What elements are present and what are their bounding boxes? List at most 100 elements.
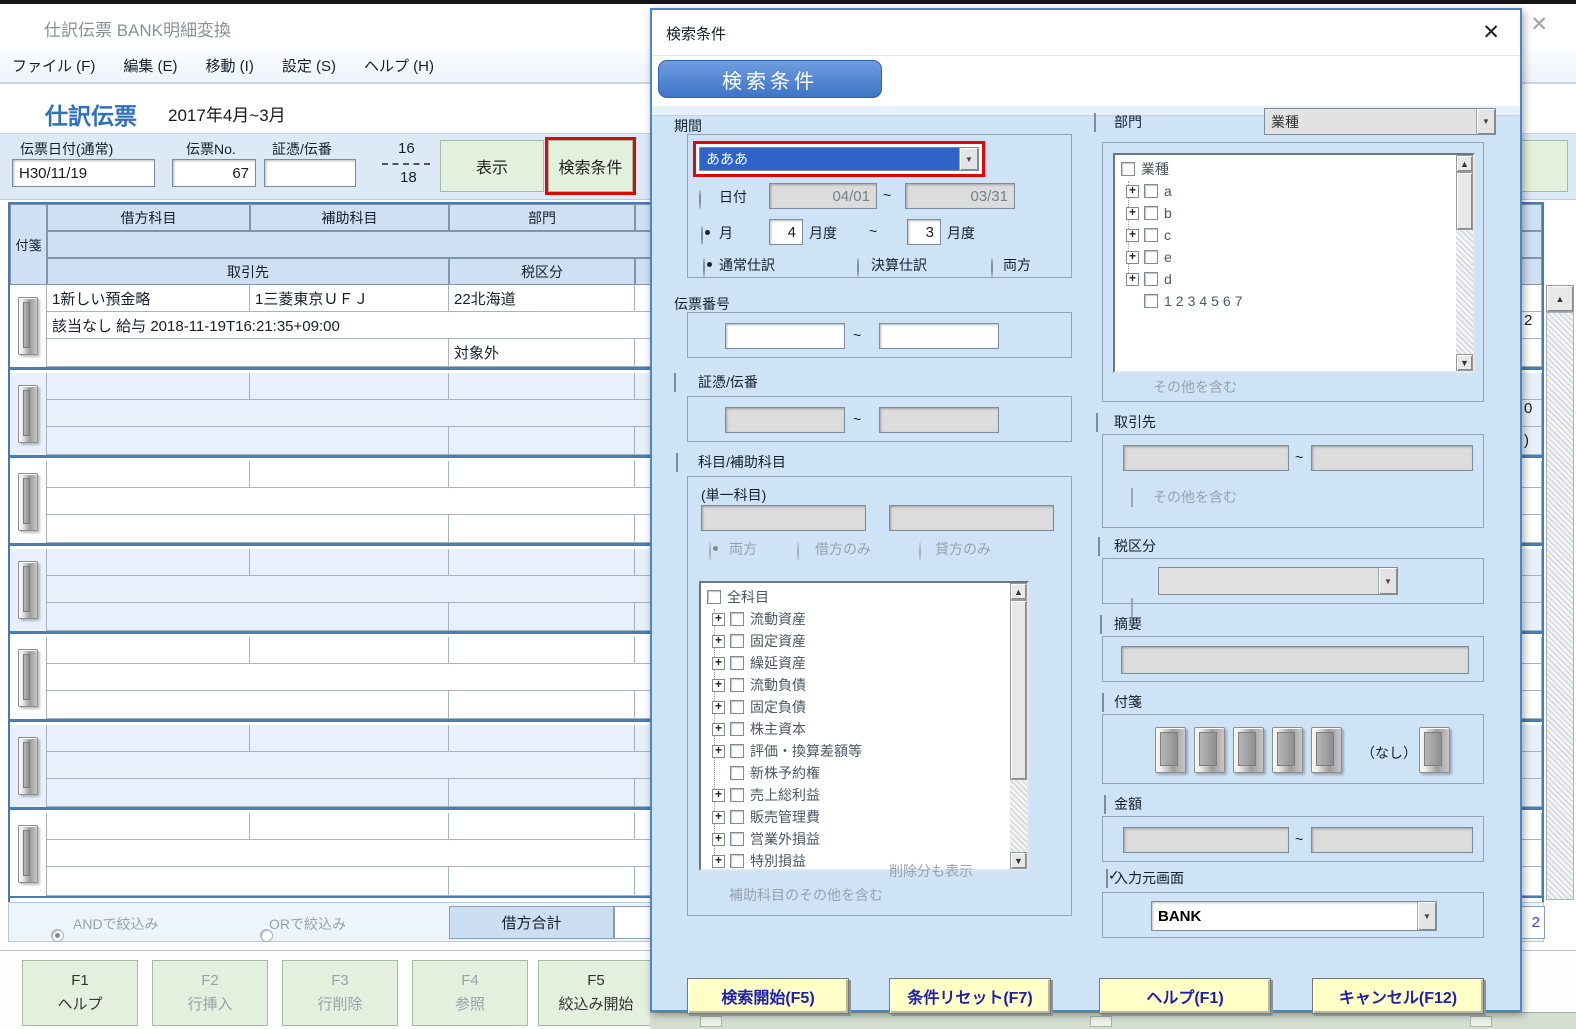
- expand-plus-icon[interactable]: [712, 831, 725, 846]
- account-field-1[interactable]: [701, 505, 866, 531]
- tree-checkbox[interactable]: [730, 810, 744, 824]
- tree-item[interactable]: 販売管理費: [705, 806, 1027, 828]
- tree-item-all[interactable]: 全科目: [705, 586, 1027, 608]
- customer-include-other-checkbox[interactable]: [1131, 488, 1133, 507]
- expand-plus-icon[interactable]: [1126, 227, 1139, 242]
- tree-checkbox[interactable]: [730, 722, 744, 736]
- bookmark-icon[interactable]: [18, 737, 38, 795]
- tree-checkbox[interactable]: [1144, 206, 1158, 220]
- expand-plus-icon[interactable]: [712, 809, 725, 824]
- expand-plus-icon[interactable]: [1126, 249, 1139, 264]
- fusen-tab-icon-1[interactable]: [1155, 727, 1186, 773]
- bookmark-icon[interactable]: [18, 561, 38, 619]
- show-button[interactable]: 表示: [440, 140, 544, 192]
- tax-class-dropdown-arrow-icon[interactable]: [1378, 568, 1397, 594]
- scroll-up-icon[interactable]: [1456, 155, 1473, 172]
- menu-file[interactable]: ファイル (F): [12, 55, 95, 76]
- fusen-tab-icon-none[interactable]: [1419, 727, 1450, 773]
- fusen-tab-icon-2[interactable]: [1194, 727, 1225, 773]
- fusen-tab-icon-4[interactable]: [1272, 727, 1303, 773]
- summary-checkbox[interactable]: [1100, 615, 1102, 634]
- month-to-field[interactable]: 3: [907, 219, 941, 245]
- expand-plus-icon[interactable]: [712, 677, 725, 692]
- tree-item[interactable]: 営業外損益: [705, 828, 1027, 850]
- cancel-button[interactable]: キャンセル(F12): [1312, 978, 1484, 1014]
- expand-plus-icon[interactable]: [1126, 183, 1139, 198]
- tree-item[interactable]: 流動資産: [705, 608, 1027, 630]
- expand-plus-icon[interactable]: [712, 721, 725, 736]
- date-from-field[interactable]: 04/01: [769, 183, 877, 209]
- evidence-checkbox[interactable]: [674, 373, 676, 392]
- tree-checkbox[interactable]: [1144, 184, 1158, 198]
- tree-checkbox[interactable]: [730, 744, 744, 758]
- edge-button-fragment[interactable]: [1516, 140, 1568, 192]
- input-source-checkbox[interactable]: [1106, 869, 1108, 888]
- cell-debit-account[interactable]: 1新しい預金略: [47, 285, 250, 312]
- tree-checkbox[interactable]: [730, 656, 744, 670]
- expand-plus-icon[interactable]: [712, 787, 725, 802]
- date-input[interactable]: H30/11/19: [12, 159, 155, 187]
- tree-checkbox[interactable]: [1121, 162, 1135, 176]
- debit-only-radio[interactable]: [797, 542, 799, 561]
- tree-checkbox[interactable]: [730, 700, 744, 714]
- amount-from-field[interactable]: [1123, 827, 1289, 853]
- tax-class-dropdown[interactable]: [1158, 567, 1398, 595]
- input-source-dropdown[interactable]: BANK: [1151, 901, 1437, 931]
- tree-item[interactable]: b: [1119, 202, 1473, 224]
- dialog-close-icon[interactable]: ✕: [1482, 22, 1500, 43]
- tree-item[interactable]: e: [1119, 246, 1473, 268]
- both-journal-radio[interactable]: [991, 258, 993, 277]
- tree-checkbox[interactable]: [730, 678, 744, 692]
- table-scrollbar[interactable]: [1546, 312, 1574, 900]
- expand-plus-icon[interactable]: [1126, 205, 1139, 220]
- account-both-radio[interactable]: [709, 542, 711, 561]
- menu-move[interactable]: 移動 (I): [206, 55, 254, 76]
- dialog-titlebar[interactable]: 検索条件 ✕: [652, 10, 1520, 56]
- expand-plus-icon[interactable]: [1126, 271, 1139, 286]
- evidence-to-field[interactable]: [879, 407, 999, 433]
- tree-checkbox[interactable]: [730, 612, 744, 626]
- department-tree-scrollbar[interactable]: [1456, 155, 1473, 371]
- fkey-f1-button[interactable]: F1 ヘルプ: [22, 960, 138, 1026]
- expand-plus-icon[interactable]: [712, 611, 725, 626]
- tree-checkbox[interactable]: [1144, 294, 1158, 308]
- tree-item[interactable]: 特別損益: [705, 850, 1027, 869]
- fusen-tab-icon-3[interactable]: [1233, 727, 1264, 773]
- scroll-up-icon[interactable]: [1010, 583, 1027, 600]
- reset-conditions-button[interactable]: 条件リセット(F7): [889, 978, 1051, 1014]
- tree-checkbox[interactable]: [1144, 250, 1158, 264]
- fusen-tab-icon-5[interactable]: [1311, 727, 1342, 773]
- fkey-f4-button[interactable]: F4 参照: [412, 960, 528, 1026]
- main-close-icon[interactable]: ✕: [1530, 14, 1548, 35]
- scroll-down-icon[interactable]: [1456, 354, 1473, 371]
- month-from-field[interactable]: 4: [769, 219, 803, 245]
- period-dropdown[interactable]: あああ: [699, 147, 979, 171]
- cell-sub-account[interactable]: 1三菱東京ＵＦＪ: [250, 285, 449, 312]
- tree-checkbox[interactable]: [707, 590, 721, 604]
- voucher-to-field[interactable]: [879, 323, 999, 349]
- cell-customer[interactable]: [47, 339, 449, 367]
- fkey-f5-button[interactable]: F5 絞込み開始: [538, 960, 654, 1026]
- date-to-field[interactable]: 03/31: [905, 183, 1015, 209]
- fkey-f2-button[interactable]: F2 行挿入: [152, 960, 268, 1026]
- bookmark-icon[interactable]: [18, 649, 38, 707]
- tree-item[interactable]: 固定資産: [705, 630, 1027, 652]
- month-range-radio[interactable]: [701, 226, 703, 245]
- customer-from-field[interactable]: [1123, 445, 1289, 471]
- tree-item[interactable]: 流動負債: [705, 674, 1027, 696]
- fkey-f3-button[interactable]: F3 行削除: [282, 960, 398, 1026]
- menu-edit[interactable]: 編集 (E): [123, 55, 177, 76]
- expand-plus-icon[interactable]: [712, 743, 725, 758]
- help-button[interactable]: ヘルプ(F1): [1099, 978, 1271, 1014]
- table-scroll-up-icon[interactable]: [1546, 285, 1574, 312]
- tree-checkbox[interactable]: [730, 634, 744, 648]
- tree-item[interactable]: 固定負債: [705, 696, 1027, 718]
- tree-checkbox[interactable]: [1144, 228, 1158, 242]
- tree-checkbox[interactable]: [730, 788, 744, 802]
- menu-help[interactable]: ヘルプ (H): [364, 55, 434, 76]
- voucher-from-field[interactable]: [725, 323, 845, 349]
- account-field-2[interactable]: [889, 505, 1054, 531]
- fusen-cell[interactable]: [10, 285, 47, 367]
- tree-checkbox[interactable]: [1144, 272, 1158, 286]
- summary-field[interactable]: [1121, 646, 1469, 674]
